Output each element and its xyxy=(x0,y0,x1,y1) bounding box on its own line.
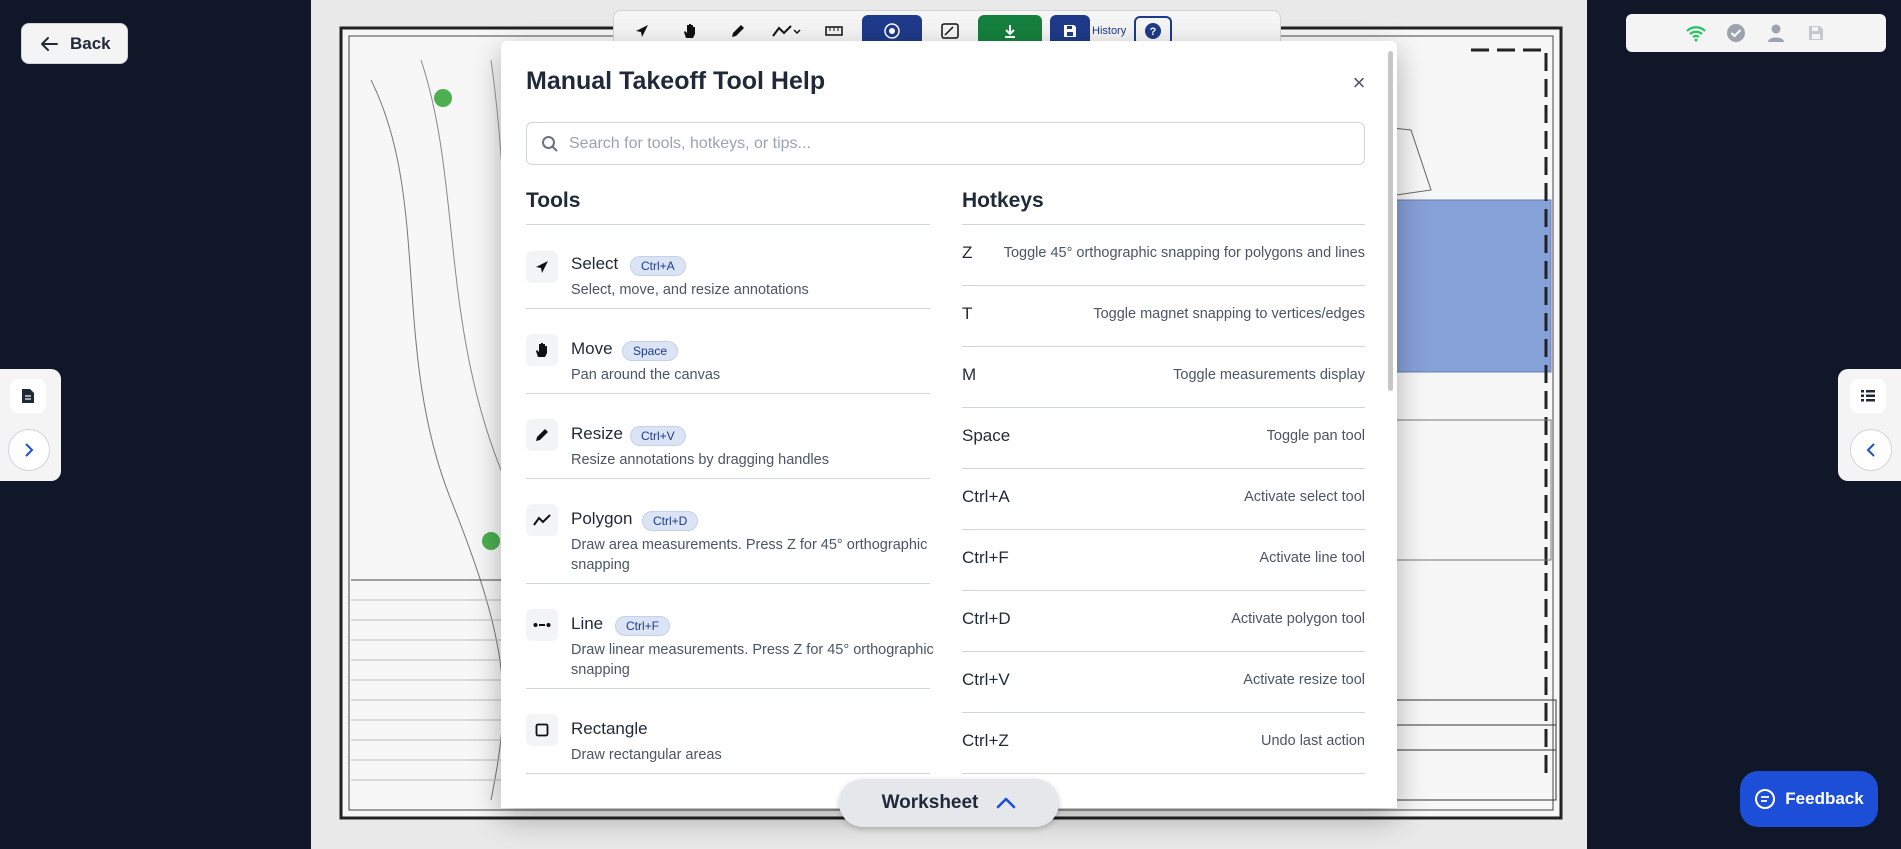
hotkey-key: Ctrl+V xyxy=(962,670,1010,689)
hotkey-description: Toggle pan tool xyxy=(1266,428,1365,444)
polyline-icon xyxy=(526,504,558,536)
hotkey-description: Undo last action xyxy=(1261,733,1365,749)
wifi-icon xyxy=(1684,21,1708,45)
chevron-right-icon xyxy=(25,443,34,457)
tool-description: Draw rectangular areas xyxy=(571,747,722,763)
hotkey-description: Toggle magnet snapping to vertices/edges xyxy=(1093,306,1365,322)
right-side-panel xyxy=(1838,369,1901,481)
hotkey-row: Ctrl+D Activate polygon tool xyxy=(962,591,1365,652)
square-icon xyxy=(526,714,558,746)
tool-description: Draw area measurements. Press Z for 45° … xyxy=(571,537,928,573)
left-side-panel xyxy=(0,369,61,481)
tool-name: Polygon xyxy=(571,509,633,528)
status-indicators xyxy=(1626,14,1886,52)
tool-description: Select, move, and resize annotations xyxy=(571,282,809,298)
search-icon xyxy=(542,135,558,152)
tool-name: Resize xyxy=(571,424,623,443)
hotkey-badge: Ctrl+V xyxy=(630,426,686,446)
user-icon xyxy=(1764,21,1788,45)
modal-title: Manual Takeoff Tool Help xyxy=(526,67,826,95)
hotkey-badge: Ctrl+F xyxy=(615,616,670,636)
hotkey-row: T Toggle magnet snapping to vertices/edg… xyxy=(962,286,1365,347)
hotkey-row: Ctrl+Z Undo last action xyxy=(962,713,1365,774)
hotkey-key: Ctrl+A xyxy=(962,487,1010,506)
tool-item-line: Line Ctrl+F Draw linear measurements. Pr… xyxy=(526,584,934,689)
back-button[interactable]: Back xyxy=(21,23,128,64)
close-icon[interactable]: × xyxy=(1347,70,1371,95)
hotkey-row: Space Toggle pan tool xyxy=(962,408,1365,469)
hotkey-row: Ctrl+F Activate line tool xyxy=(962,530,1365,591)
tool-name: Line xyxy=(571,614,604,633)
tool-item-select: Select Ctrl+A Select, move, and resize a… xyxy=(526,224,930,309)
tool-item-rectangle: Rectangle Draw rectangular areas xyxy=(526,689,930,774)
hotkey-row: M Toggle measurements display xyxy=(962,347,1365,408)
hotkey-key: Z xyxy=(962,243,973,262)
chat-bubble-icon xyxy=(1755,789,1776,809)
hotkey-description: Activate resize tool xyxy=(1243,672,1365,688)
hotkey-description: Toggle measurements display xyxy=(1173,367,1365,383)
hotkey-badge: Space xyxy=(622,341,679,361)
hotkey-description: Activate line tool xyxy=(1259,550,1365,566)
tool-item-resize: Resize Ctrl+V Resize annotations by drag… xyxy=(526,394,930,479)
cursor-arrow-icon xyxy=(526,251,558,283)
tool-description: Pan around the canvas xyxy=(571,367,721,383)
check-circle-icon xyxy=(1724,21,1748,45)
chevron-up-icon xyxy=(997,797,1016,809)
tools-heading: Tools xyxy=(526,189,581,212)
svg-text:?: ? xyxy=(1150,26,1157,38)
hotkey-badge: Ctrl+D xyxy=(642,511,699,531)
modal-scrollbar[interactable] xyxy=(1388,51,1393,391)
back-button-label: Back xyxy=(70,33,111,53)
help-modal: Manual Takeoff Tool Help × Tools Hotkeys… xyxy=(501,41,1397,808)
history-link[interactable]: History xyxy=(1092,25,1126,37)
help-search-box xyxy=(526,122,1365,165)
hotkey-key: T xyxy=(962,304,973,323)
pencil-icon xyxy=(526,419,558,451)
tool-item-move: Move Space Pan around the canvas xyxy=(526,309,930,394)
feedback-label: Feedback xyxy=(1785,789,1864,808)
worksheet-label: Worksheet xyxy=(881,792,979,813)
list-icon[interactable] xyxy=(1850,379,1886,413)
tool-description: Resize annotations by dragging handles xyxy=(571,452,829,468)
arrow-left-icon xyxy=(41,36,58,51)
expand-right-panel-button[interactable] xyxy=(1850,429,1892,471)
hotkey-description: Toggle 45° orthographic snapping for pol… xyxy=(1003,245,1365,261)
tool-description: Draw linear measurements. Press Z for 45… xyxy=(571,642,934,678)
hotkey-row: Ctrl+A Activate select tool xyxy=(962,469,1365,530)
hotkey-description: Activate select tool xyxy=(1244,489,1365,505)
worksheet-toggle-button[interactable]: Worksheet xyxy=(839,779,1059,827)
tool-name: Rectangle xyxy=(571,719,648,738)
expand-left-panel-button[interactable] xyxy=(8,429,50,471)
dashed-line-icon xyxy=(526,609,558,641)
hotkey-badge: Ctrl+A xyxy=(630,256,686,276)
hotkey-row: Ctrl+V Activate resize tool xyxy=(962,652,1365,713)
help-search-input[interactable] xyxy=(569,134,1349,153)
tool-name: Select xyxy=(571,254,619,273)
feedback-button[interactable]: Feedback xyxy=(1740,771,1878,827)
hotkey-key: Ctrl+Z xyxy=(962,731,1009,750)
tool-item-polygon: Polygon Ctrl+D Draw area measurements. P… xyxy=(526,479,930,584)
hotkey-description: Activate polygon tool xyxy=(1231,611,1365,627)
hotkeys-heading: Hotkeys xyxy=(962,189,1044,212)
hand-icon xyxy=(526,334,558,366)
hotkey-key: Ctrl+F xyxy=(962,548,1009,567)
document-icon[interactable] xyxy=(10,379,46,413)
hotkey-row: Z Toggle 45° orthographic snapping for p… xyxy=(962,225,1365,286)
hotkey-key: Ctrl+D xyxy=(962,609,1011,628)
tool-name: Move xyxy=(571,339,613,358)
chevron-left-icon xyxy=(1866,443,1875,457)
hotkey-key: Space xyxy=(962,426,1011,445)
save-status-icon xyxy=(1804,21,1828,45)
hotkey-key: M xyxy=(962,365,977,384)
